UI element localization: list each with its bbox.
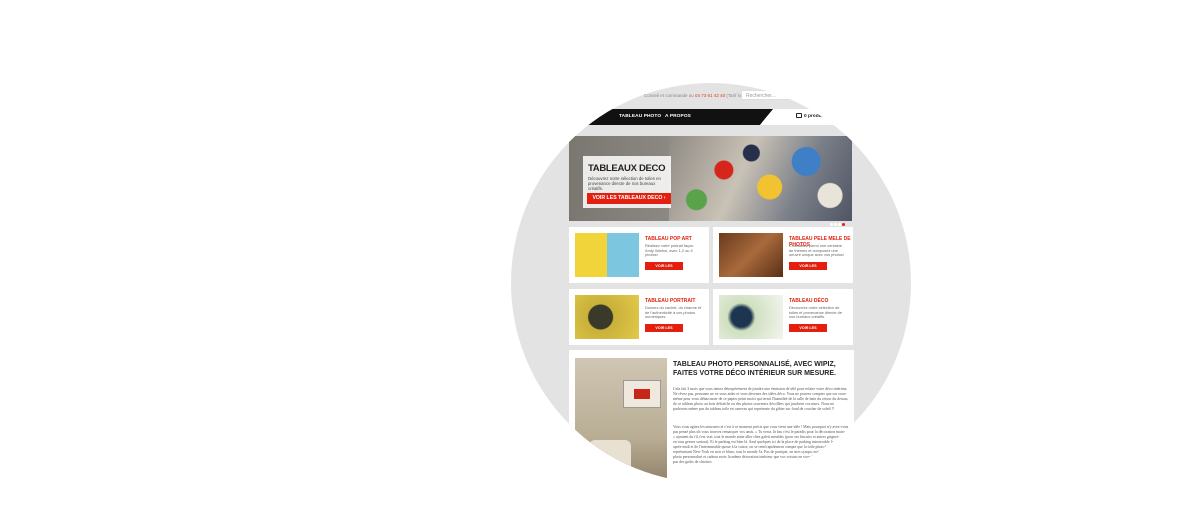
card-title: TABLEAU DÉCO [789, 298, 829, 304]
hero-graffiti-image [669, 136, 852, 221]
website-preview: Conseil et commande au 04 73 61 42 40 (T… [511, 83, 911, 483]
search-input[interactable]: Rechercher... [741, 90, 801, 100]
preview-circle: Conseil et commande au 04 73 61 42 40 (T… [511, 83, 911, 483]
slider-dot-active[interactable] [842, 223, 845, 226]
living-room-photo [575, 358, 667, 483]
article-section: TABLEAU PHOTO PERSONNALISÉ, AVEC WIPIZ, … [569, 350, 854, 483]
hero-subtitle: Découvrez notre sélection de toiles en p… [588, 176, 661, 191]
slider-dot[interactable] [834, 223, 837, 226]
card-button[interactable]: VOIR LES TABLEAUX › [789, 324, 827, 338]
hero-banner: TABLEAUX DECO Découvrez notre sélection … [569, 136, 852, 221]
london-bus-canvas [623, 380, 661, 408]
card-description: Choisissez parmi une centaine de thèmes … [789, 243, 844, 258]
card-pop-art[interactable]: TABLEAU POP ART Réalisez votre portrait … [569, 227, 709, 283]
card-title: TABLEAU POP ART [645, 236, 692, 242]
hero-title: TABLEAUX DECO [588, 163, 666, 174]
card-button[interactable]: VOIR LES TABLEAUX › [645, 324, 683, 338]
armchair [589, 440, 631, 470]
pop-art-thumbnail [575, 233, 639, 277]
article-paragraph: Vous vous agitez les neurones et c'est à… [673, 425, 849, 464]
cart-button[interactable]: 0 produits [796, 113, 827, 119]
portrait-thumbnail [575, 295, 639, 339]
card-pele-mele[interactable]: TABLEAU PELE MELE DE PHOTOS Choisissez p… [713, 227, 853, 283]
contact-line: Conseil et commande au 04 73 61 42 40 (T… [644, 93, 749, 98]
card-title: TABLEAU PORTRAIT [645, 298, 696, 304]
cart-label: 0 produits [804, 113, 828, 119]
slider-dot[interactable] [838, 223, 841, 226]
nav-item-a-propos[interactable]: A PROPOS [665, 114, 691, 119]
pele-mele-thumbnail [719, 233, 783, 277]
card-deco[interactable]: TABLEAU DÉCO Découvrez notre sélection d… [713, 289, 853, 345]
card-button[interactable]: VOIR LES TABLEAUX › [789, 262, 827, 276]
phone-number[interactable]: 04 73 61 42 40 [695, 93, 725, 98]
article-title: TABLEAU PHOTO PERSONNALISÉ, AVEC WIPIZ, … [673, 361, 836, 377]
deco-thumbnail [719, 295, 783, 339]
hero-cta-button[interactable]: VOIR LES TABLEAUX DECO › [587, 193, 671, 204]
card-portrait[interactable]: TABLEAU PORTRAIT Donnez du cachet, du ch… [569, 289, 709, 345]
article-paragraph: Cela fait 3 mois que vous tentez désespé… [673, 387, 849, 411]
cart-icon [796, 113, 802, 118]
slider-dot[interactable] [830, 223, 833, 226]
nav-item-tableau-photo[interactable]: TABLEAU PHOTO [619, 114, 661, 119]
card-description: Découvrez notre sélection de toiles et p… [789, 305, 842, 320]
card-button[interactable]: VOIR LES TABLEAUX › [645, 262, 683, 276]
card-description: Réalisez votre portrait façon Andy Warho… [645, 243, 694, 258]
card-description: Donnez du cachet, du charme et de l'auth… [645, 305, 702, 320]
